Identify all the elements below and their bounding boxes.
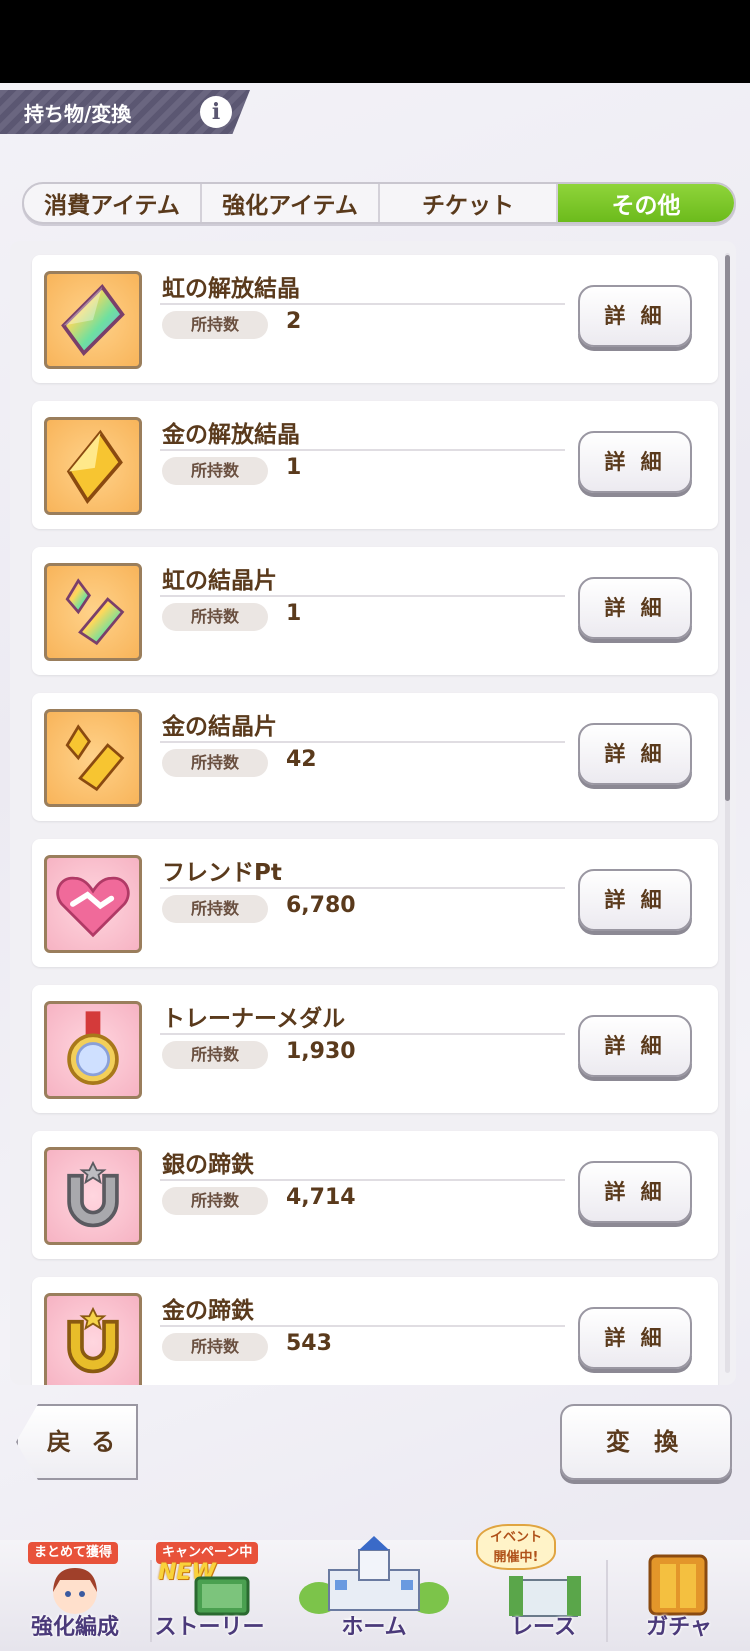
- collect-all-badge: まとめて獲得: [28, 1542, 119, 1564]
- handshake-icon: [44, 855, 142, 953]
- item-list[interactable]: 虹の解放結晶 所持数 2 詳 細 金の解放結晶 所持数 1 詳 細 虹の結晶片 …: [10, 241, 736, 1385]
- divider: [160, 595, 565, 597]
- info-icon[interactable]: i: [200, 96, 232, 128]
- page-title: 持ち物/変換: [24, 102, 132, 126]
- owned-label: 所持数: [162, 1041, 268, 1069]
- owned-label: 所持数: [162, 1333, 268, 1361]
- item-name: フレンドPt: [162, 860, 282, 886]
- owned-label: 所持数: [162, 603, 268, 631]
- tab-other[interactable]: その他: [558, 184, 734, 222]
- list-item: 虹の解放結晶 所持数 2 詳 細: [32, 255, 718, 383]
- scrollbar-thumb[interactable]: [725, 255, 730, 801]
- convert-button[interactable]: 変 換: [560, 1404, 732, 1480]
- gold-shard-icon: [44, 709, 142, 807]
- item-name: 虹の結晶片: [162, 568, 277, 594]
- tab-enhancement[interactable]: 強化アイテム: [202, 184, 380, 222]
- school-building-icon: [299, 1536, 449, 1614]
- item-name: 金の解放結晶: [162, 422, 300, 448]
- detail-button[interactable]: 詳 細: [578, 1015, 692, 1077]
- nav-label: ガチャ: [646, 1615, 712, 1640]
- owned-label: 所持数: [162, 1187, 268, 1215]
- divider: [160, 1325, 565, 1327]
- list-item: トレーナーメダル 所持数 1,930 詳 細: [32, 985, 718, 1113]
- owned-count: 6,780: [286, 893, 356, 918]
- event-badge: イベント開催中!: [476, 1524, 556, 1570]
- detail-button[interactable]: 詳 細: [578, 1161, 692, 1223]
- event-badge-line2: 開催中!: [493, 1550, 539, 1565]
- nav-label: ホーム: [341, 1615, 407, 1640]
- owned-count: 4,714: [286, 1185, 356, 1210]
- owned-label: 所持数: [162, 311, 268, 339]
- divider: [160, 741, 565, 743]
- list-item: 虹の結晶片 所持数 1 詳 細: [32, 547, 718, 675]
- detail-button[interactable]: 詳 細: [578, 577, 692, 639]
- divider: [160, 1033, 565, 1035]
- gold-horseshoe-icon: [44, 1293, 142, 1385]
- list-item: 金の解放結晶 所持数 1 詳 細: [32, 401, 718, 529]
- rainbow-crystal-icon: [44, 271, 142, 369]
- rainbow-shard-icon: [44, 563, 142, 661]
- event-badge-line1: イベント: [489, 1530, 542, 1545]
- item-name: 銀の蹄鉄: [162, 1152, 254, 1178]
- divider: [160, 303, 565, 305]
- nav-label: レース: [511, 1615, 576, 1640]
- divider: [160, 449, 565, 451]
- detail-button[interactable]: 詳 細: [578, 1307, 692, 1369]
- tab-consumables[interactable]: 消費アイテム: [24, 184, 202, 222]
- list-item: 銀の蹄鉄 所持数 4,714 詳 細: [32, 1131, 718, 1259]
- silver-horseshoe-icon: [44, 1147, 142, 1245]
- owned-label: 所持数: [162, 895, 268, 923]
- item-name: トレーナーメダル: [162, 1006, 346, 1032]
- item-name: 金の結晶片: [162, 714, 277, 740]
- owned-count: 543: [286, 1331, 332, 1356]
- detail-button[interactable]: 詳 細: [578, 723, 692, 785]
- bottom-nav: まとめて獲得 強化編成 キャンペーン中 NEW ストーリー ホーム レース イベ…: [0, 1524, 750, 1651]
- list-item: 金の結晶片 所持数 42 詳 細: [32, 693, 718, 821]
- back-button[interactable]: 戻 る: [16, 1404, 138, 1480]
- category-tabs: 消費アイテム 強化アイテム チケット その他: [22, 182, 736, 224]
- owned-count: 42: [286, 747, 317, 772]
- detail-button[interactable]: 詳 細: [578, 431, 692, 493]
- nav-story[interactable]: キャンペーン中 NEW ストーリー: [152, 1540, 267, 1651]
- detail-button[interactable]: 詳 細: [578, 285, 692, 347]
- owned-count: 1,930: [286, 1039, 356, 1064]
- status-bar: [0, 0, 750, 83]
- nav-home[interactable]: ホーム: [267, 1536, 481, 1651]
- nav-label: ストーリー: [154, 1615, 265, 1640]
- detail-button[interactable]: 詳 細: [578, 869, 692, 931]
- owned-label: 所持数: [162, 457, 268, 485]
- nav-gacha[interactable]: ガチャ: [608, 1540, 750, 1651]
- owned-label: 所持数: [162, 749, 268, 777]
- gacha-gate-icon: [648, 1554, 708, 1616]
- owned-count: 1: [286, 601, 302, 626]
- page-header: 持ち物/変換 i: [0, 90, 250, 134]
- medal-icon: [44, 1001, 142, 1099]
- list-item: フレンドPt 所持数 6,780 詳 細: [32, 839, 718, 967]
- item-name: 虹の解放結晶: [162, 276, 300, 302]
- nav-enhance[interactable]: まとめて獲得 強化編成: [0, 1540, 150, 1651]
- divider: [160, 1179, 565, 1181]
- gold-crystal-icon: [44, 417, 142, 515]
- nav-label: 強化編成: [30, 1615, 119, 1640]
- tab-tickets[interactable]: チケット: [380, 184, 558, 222]
- divider: [160, 887, 565, 889]
- owned-count: 1: [286, 455, 302, 480]
- item-name: 金の蹄鉄: [162, 1298, 254, 1324]
- list-item: 金の蹄鉄 所持数 543 詳 細: [32, 1277, 718, 1385]
- owned-count: 2: [286, 309, 302, 334]
